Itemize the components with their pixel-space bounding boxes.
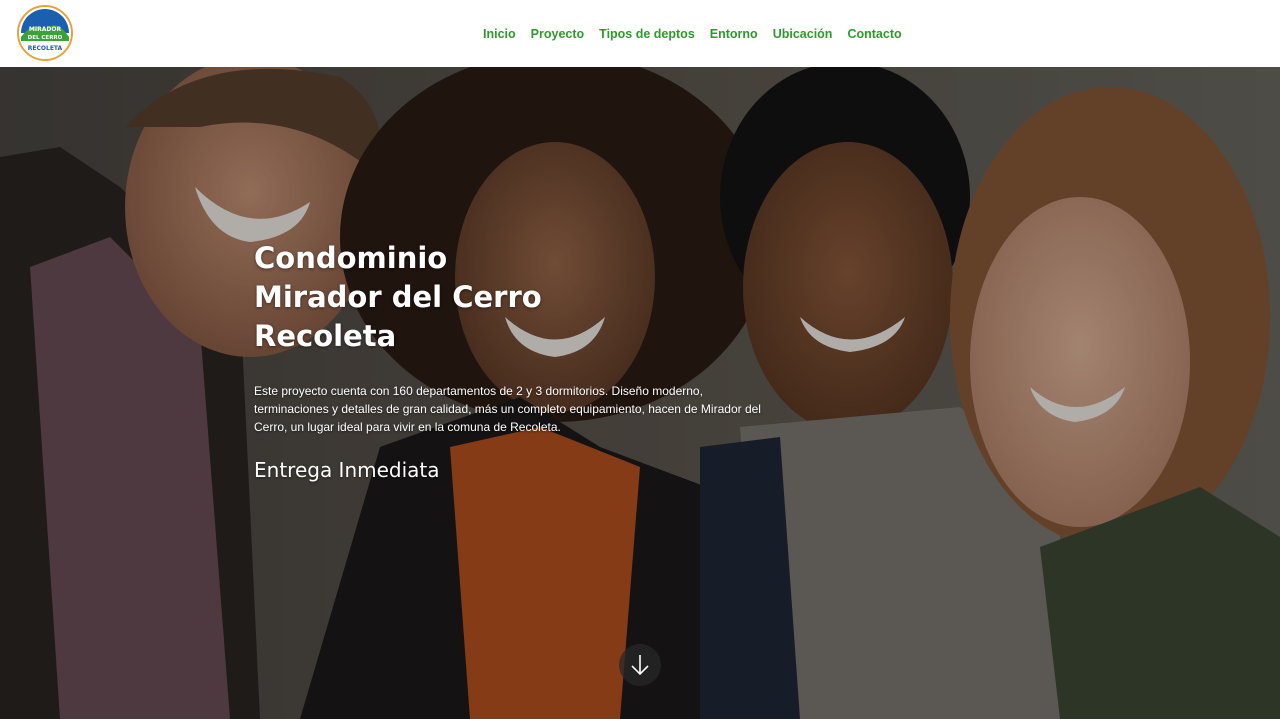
nav-item-tipos-de-deptos[interactable]: Tipos de deptos	[599, 27, 695, 41]
scroll-down-button[interactable]	[619, 644, 661, 686]
nav-item-ubicacion[interactable]: Ubicación	[773, 27, 833, 41]
hero-title: Condominio Mirador del Cerro Recoleta	[254, 241, 542, 353]
main-nav: Inicio Proyecto Tipos de deptos Entorno …	[483, 0, 917, 67]
hero-section: Condominio Mirador del Cerro Recoleta Es…	[0, 67, 1280, 719]
hero-subtitle: Entrega Inmediata	[254, 458, 440, 482]
site-header: MIRADOR DEL CERRO RECOLETA Inicio Proyec…	[0, 0, 1280, 67]
hero-content: Condominio Mirador del Cerro Recoleta Es…	[254, 239, 774, 482]
nav-item-inicio[interactable]: Inicio	[483, 27, 516, 41]
logo[interactable]: MIRADOR DEL CERRO RECOLETA	[17, 5, 73, 61]
nav-item-proyecto[interactable]: Proyecto	[531, 27, 585, 41]
nav-item-contacto[interactable]: Contacto	[847, 27, 901, 41]
hero-description: Este proyecto cuenta con 160 departament…	[254, 384, 761, 434]
logo-line1: MIRADOR	[29, 26, 62, 33]
arrow-down-icon	[631, 655, 649, 676]
logo-line2: DEL CERRO	[28, 35, 63, 41]
logo-mark: MIRADOR DEL CERRO RECOLETA	[19, 7, 71, 59]
nav-item-entorno[interactable]: Entorno	[710, 27, 758, 41]
logo-line3: RECOLETA	[28, 45, 63, 52]
